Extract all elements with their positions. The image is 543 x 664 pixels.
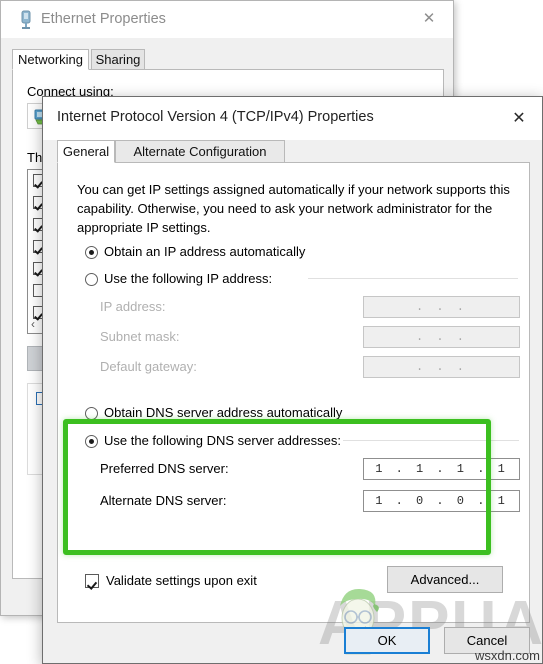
tcpipv4-properties-dialog: Internet Protocol Version 4 (TCP/IPv4) P… — [42, 96, 543, 664]
alternate-dns-field-row: Alternate DNS server: 1 . 0 . 0 . 1 — [100, 490, 520, 512]
dialog-tab-strip: General Alternate Configuration — [57, 140, 530, 163]
ip-address-label: IP address: — [100, 299, 166, 314]
alternate-dns-input[interactable]: 1 . 0 . 0 . 1 — [363, 490, 520, 512]
preferred-dns-label: Preferred DNS server: — [100, 461, 229, 476]
radio-indicator — [85, 246, 98, 259]
ip-group-separator — [308, 278, 518, 279]
default-gateway-field-row: Default gateway: . . . — [100, 356, 520, 378]
ip-address-input[interactable]: . . . — [363, 296, 520, 318]
subnet-mask-label: Subnet mask: — [100, 329, 180, 344]
radio-label: Obtain an IP address automatically — [104, 244, 306, 259]
ip-settings-description: You can get IP settings assigned automat… — [77, 182, 510, 235]
subnet-mask-input[interactable]: . . . — [363, 326, 520, 348]
tab-alternate-configuration[interactable]: Alternate Configuration — [115, 140, 285, 163]
preferred-dns-input[interactable]: 1 . 1 . 1 . 1 — [363, 458, 520, 480]
ethernet-window-close-icon[interactable]: ✕ — [409, 5, 449, 33]
site-watermark: wsxdn.com — [474, 648, 540, 663]
checkbox-label: Validate settings upon exit — [106, 573, 257, 588]
ethernet-window-title: Ethernet Properties — [41, 11, 166, 27]
radio-label: Use the following IP address: — [104, 271, 273, 286]
dialog-titlebar: Internet Protocol Version 4 (TCP/IPv4) P… — [43, 97, 542, 140]
radio-indicator — [85, 407, 98, 420]
radio-indicator — [85, 435, 98, 448]
advanced-button[interactable]: Advanced... — [387, 566, 503, 593]
radio-indicator — [85, 273, 98, 286]
subnet-mask-field-row: Subnet mask: . . . — [100, 326, 520, 348]
dns-group-separator — [343, 440, 519, 441]
radio-label: Obtain DNS server address automatically — [104, 405, 343, 420]
alternate-dns-label: Alternate DNS server: — [100, 493, 227, 508]
ip-address-field-row: IP address: . . . — [100, 296, 520, 318]
tab-sharing[interactable]: Sharing — [91, 49, 145, 70]
default-gateway-input[interactable]: . . . — [363, 356, 520, 378]
ok-button[interactable]: OK — [344, 627, 430, 654]
ethernet-properties-titlebar: Ethernet Properties ✕ — [1, 1, 453, 38]
default-gateway-label: Default gateway: — [100, 359, 197, 374]
dialog-title: Internet Protocol Version 4 (TCP/IPv4) P… — [57, 109, 374, 125]
preferred-dns-field-row: Preferred DNS server: 1 . 1 . 1 . 1 — [100, 458, 520, 480]
tab-networking[interactable]: Networking — [12, 49, 89, 70]
checkbox-indicator — [85, 574, 99, 588]
list-scroll-left-icon[interactable]: ‹ — [31, 317, 35, 331]
general-tab-panel: You can get IP settings assigned automat… — [57, 162, 530, 623]
ethernet-connector-icon — [18, 10, 34, 30]
close-icon[interactable]: ✕ — [496, 97, 542, 140]
ethernet-tab-strip: Networking Sharing — [12, 49, 444, 70]
this-connection-uses-label: Th — [27, 150, 43, 165]
radio-label: Use the following DNS server addresses: — [104, 433, 341, 448]
tab-general[interactable]: General — [57, 140, 115, 163]
